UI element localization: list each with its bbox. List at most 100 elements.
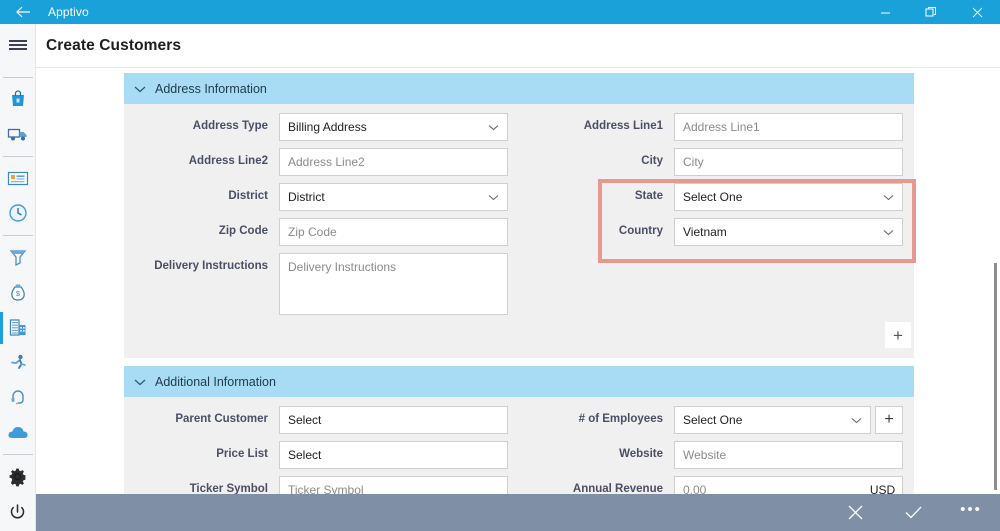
delivery-truck-icon xyxy=(7,129,26,141)
input-value: Select xyxy=(288,448,322,462)
sidebar-item-id-card[interactable] xyxy=(0,161,36,196)
chevron-down-icon xyxy=(134,378,146,386)
field-control-wrapper: Select One + xyxy=(674,406,903,434)
country-select[interactable]: Vietnam xyxy=(674,218,903,246)
sidebar-item-power[interactable] xyxy=(0,495,36,531)
select-value: Vietnam xyxy=(683,225,727,239)
more-options-button[interactable]: ••• xyxy=(942,494,1000,531)
state-select[interactable]: Select One xyxy=(674,183,903,211)
hamburger-menu-icon[interactable] xyxy=(0,24,36,67)
input-placeholder: Zip Code xyxy=(288,225,337,239)
field-label: State xyxy=(634,190,663,202)
address-line1-input[interactable]: Address Line1 xyxy=(674,113,903,141)
sidebar-item-shopping-bag[interactable] xyxy=(0,82,36,117)
person-running-icon xyxy=(10,355,26,370)
price-list-input[interactable]: Select xyxy=(279,441,508,469)
clock-icon xyxy=(8,204,27,223)
input-value: Select xyxy=(288,413,322,427)
left-navigation-rail: $ xyxy=(0,24,36,531)
sidebar-item-clock[interactable] xyxy=(0,196,36,231)
sidebar-item-cloud[interactable] xyxy=(0,415,36,450)
field-label: Country xyxy=(618,225,663,237)
back-arrow-icon[interactable] xyxy=(0,0,46,24)
field-label: Ticker Symbol xyxy=(189,483,268,494)
chevron-down-icon xyxy=(488,194,499,201)
input-placeholder: Address Line1 xyxy=(683,120,760,134)
svg-text:$: $ xyxy=(16,291,20,298)
parent-customer-input[interactable]: Select xyxy=(279,406,508,434)
ticker-symbol-input[interactable]: Ticker Symbol xyxy=(279,476,508,494)
rail-bottom-group xyxy=(0,459,36,531)
section-header-address-information[interactable]: Address Information xyxy=(124,73,914,104)
minimize-button[interactable] xyxy=(862,0,908,24)
sidebar-item-activity[interactable] xyxy=(0,345,36,380)
sidebar-item-funnel[interactable] xyxy=(0,240,36,275)
input-placeholder: City xyxy=(683,155,704,169)
sidebar-item-delivery-truck[interactable] xyxy=(0,117,36,152)
form-field-address-type: Address Type Billing Address xyxy=(124,113,519,141)
sidebar-item-support[interactable] xyxy=(0,380,36,415)
confirm-button[interactable] xyxy=(884,494,942,531)
field-control-wrapper: Address Line1 xyxy=(674,113,903,141)
close-button[interactable] xyxy=(954,0,1000,24)
id-card-icon xyxy=(7,171,28,185)
annual-revenue-currency[interactable]: USD xyxy=(863,476,903,494)
app-name: Apptivo xyxy=(48,5,89,19)
vertical-scrollbar[interactable] xyxy=(994,263,997,490)
form-field-city: City City xyxy=(519,148,914,176)
create-customer-form: Address Information Address Type Billing… xyxy=(124,73,914,494)
add-address-row: + xyxy=(124,322,914,348)
field-label: Annual Revenue xyxy=(572,483,663,494)
sidebar-item-settings[interactable] xyxy=(0,459,36,495)
sidebar-item-customers[interactable] xyxy=(0,310,36,345)
input-placeholder: Website xyxy=(683,448,727,462)
input-placeholder: Ticker Symbol xyxy=(288,483,364,494)
sidebar-item-money-bag[interactable]: $ xyxy=(0,275,36,310)
headset-support-icon xyxy=(11,390,24,405)
form-row: Price List Select Website Website xyxy=(124,441,914,469)
delivery-instructions-textarea[interactable]: Delivery Instructions xyxy=(279,253,508,315)
field-label: Website xyxy=(619,448,663,460)
number-of-employees-select[interactable]: Select One xyxy=(674,406,871,434)
address-line2-input[interactable]: Address Line2 xyxy=(279,148,508,176)
field-control-wrapper: Address Line2 xyxy=(279,148,508,176)
form-scroll-area[interactable]: Address Information Address Type Billing… xyxy=(36,69,1000,494)
rail-divider xyxy=(2,234,33,236)
check-icon xyxy=(905,506,921,519)
field-label: Address Line2 xyxy=(188,155,268,167)
power-icon xyxy=(10,504,25,519)
chevron-down-icon xyxy=(883,229,894,236)
chevron-down-icon xyxy=(851,417,862,424)
close-x-icon xyxy=(848,505,862,520)
section-header-additional-information[interactable]: Additional Information xyxy=(124,366,914,397)
field-label: Address Line1 xyxy=(583,120,663,132)
address-type-select[interactable]: Billing Address xyxy=(279,113,508,141)
field-control-wrapper: Select xyxy=(279,406,508,434)
form-field-country: Country Vietnam xyxy=(519,218,914,246)
cancel-button[interactable] xyxy=(826,494,884,531)
window-titlebar: Apptivo xyxy=(0,0,1000,24)
add-address-button[interactable]: + xyxy=(885,322,911,348)
select-value: District xyxy=(288,190,325,204)
field-control-wrapper: Select One xyxy=(674,183,903,211)
form-field-ticker-symbol: Ticker Symbol Ticker Symbol xyxy=(124,476,519,494)
field-label: Parent Customer xyxy=(175,413,268,425)
field-label: Delivery Instructions xyxy=(154,260,268,272)
website-input[interactable]: Website xyxy=(674,441,903,469)
more-dots-label: ••• xyxy=(960,501,982,518)
page-header: Create Customers xyxy=(36,24,1000,68)
district-select[interactable]: District xyxy=(279,183,508,211)
field-label: District xyxy=(228,190,268,202)
input-placeholder: 0.00 xyxy=(683,483,707,494)
input-placeholder: Address Line2 xyxy=(288,155,365,169)
form-field-address-line2: Address Line2 Address Line2 xyxy=(124,148,519,176)
add-employees-option-button[interactable]: + xyxy=(875,406,903,434)
gear-settings-icon xyxy=(9,469,26,487)
zip-code-input[interactable]: Zip Code xyxy=(279,218,508,246)
field-control-wrapper: City xyxy=(674,148,903,176)
annual-revenue-input[interactable]: 0.00 xyxy=(674,476,863,494)
maximize-button[interactable] xyxy=(908,0,954,24)
form-row: Ticker Symbol Ticker Symbol Annual Reven… xyxy=(124,476,914,494)
city-input[interactable]: City xyxy=(674,148,903,176)
field-control-wrapper: Billing Address xyxy=(279,113,508,141)
